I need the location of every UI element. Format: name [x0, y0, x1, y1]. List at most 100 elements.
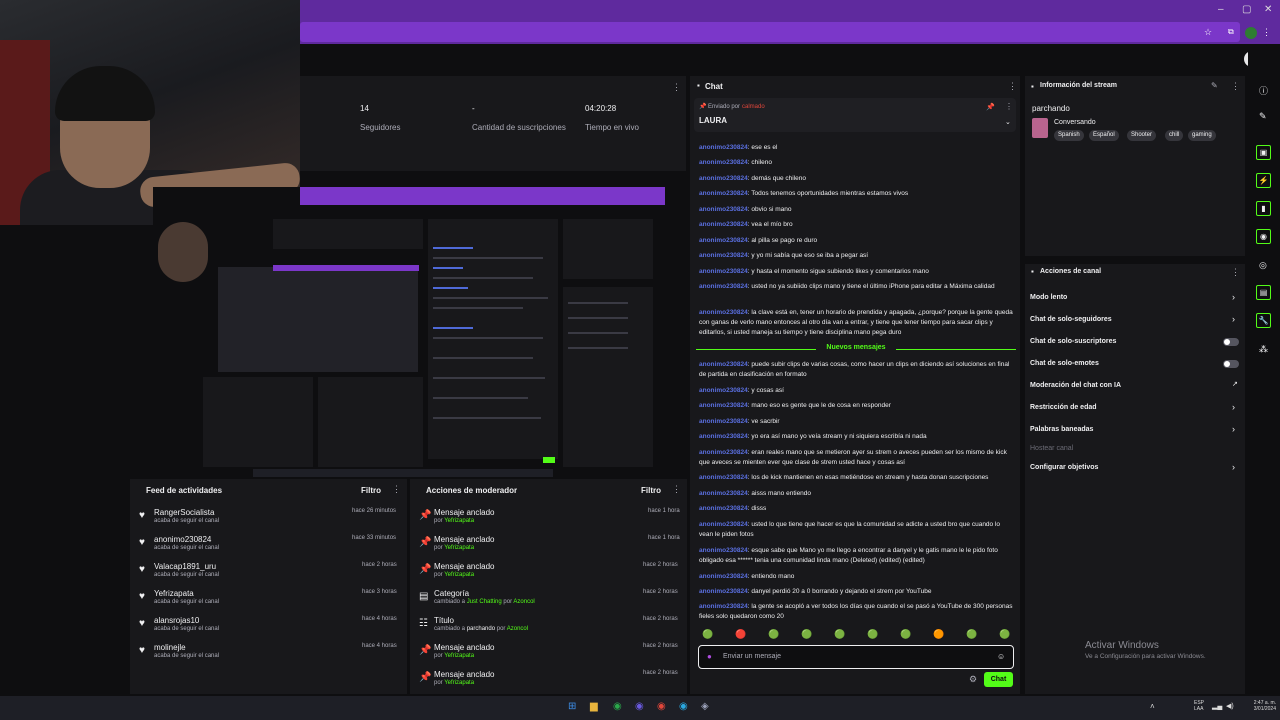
mod-filter-button[interactable]: Filtro [641, 486, 661, 495]
subscribers-only-toggle[interactable] [1223, 338, 1239, 346]
rail-button[interactable]: ▤ [1256, 285, 1271, 300]
rail-button[interactable]: ◉ [1256, 229, 1271, 244]
info-circle-icon[interactable]: ⓘ [1259, 84, 1268, 97]
unpin-icon[interactable]: 📌 [986, 103, 995, 111]
chat-message: anonimo230824: vea el mío bro [699, 221, 793, 228]
tag-list: Spanish Español Shooter chill gaming [1054, 130, 1244, 142]
chat-message: anonimo230824: y cosas así [699, 387, 784, 394]
emote-icon[interactable]: 🟢 [999, 629, 1010, 640]
pinned-menu-icon[interactable]: ⋮ [1005, 102, 1013, 111]
chat-message: anonimo230824: eran reales mano que se m… [699, 449, 1007, 466]
category-icon: ▤ [419, 591, 429, 602]
external-link-icon: ↗ [1232, 381, 1238, 388]
browser-icon[interactable]: ◉ [679, 701, 688, 712]
broadcast-icon[interactable]: ◎ [1259, 260, 1267, 271]
chat-message: anonimo230824: al pilla se pago re duro [699, 237, 818, 244]
chrome-icon[interactable]: ◉ [613, 701, 622, 712]
channel-actions-menu-icon[interactable]: ⋮ [1231, 267, 1240, 278]
list-item: 📌 Mensaje anclado por Yefrizapata hace 2… [419, 562, 678, 578]
menu-icon[interactable]: ⋮ [1262, 27, 1271, 38]
tag: Shooter [1127, 130, 1157, 141]
obs-icon[interactable]: ◉ [657, 701, 666, 712]
chat-message: anonimo230824: los de kick mantienen en … [699, 474, 989, 481]
chat-message: anonimo230824: disss [699, 505, 767, 512]
heart-icon: ♥ [139, 510, 145, 521]
folder-icon[interactable]: ▆ [590, 701, 598, 712]
mod-menu-icon[interactable]: ⋮ [672, 484, 681, 495]
volume-icon[interactable]: ◀) [1226, 702, 1234, 710]
chat-message: anonimo230824: usted lo que tiene que ha… [699, 521, 1001, 538]
minimize-icon[interactable]: – [1218, 4, 1224, 15]
chat-message: anonimo230824: la clave está en, tener u… [699, 309, 1013, 336]
chat-message: anonimo230824: yo era así mano yo veía s… [699, 433, 927, 440]
extension-icon[interactable]: ⧉ [1228, 27, 1234, 37]
language-indicator[interactable]: ESP LAA [1194, 700, 1204, 712]
steam-icon[interactable]: ◈ [701, 701, 709, 712]
pinned-message[interactable]: 📌 Enviado por calmado LAURA 📌 ⋮ ⌄ [694, 98, 1016, 132]
heart-icon: ♥ [139, 537, 145, 548]
rail-button[interactable]: ▣ [1256, 145, 1271, 160]
emote-icon[interactable]: 🟢 [801, 629, 812, 640]
close-icon[interactable]: ✕ [1264, 4, 1272, 15]
chat-message: anonimo230824: y hasta el momento sigue … [699, 268, 929, 275]
stream-preview[interactable] [153, 187, 665, 477]
info-icon: ▪ [1031, 82, 1034, 91]
emote-icon[interactable]: 🟠 [933, 629, 944, 640]
tag: Spanish [1054, 130, 1084, 141]
rail-button[interactable]: ⚡ [1256, 173, 1271, 188]
clock[interactable]: 2:47 a. m. 3/01/2024 [1242, 700, 1276, 712]
emotes-only-toggle[interactable] [1223, 360, 1239, 368]
chevron-down-icon[interactable]: ⌄ [1005, 118, 1011, 126]
pin-icon: 📌 [419, 672, 432, 683]
emote-icon[interactable]: 🔴 [735, 629, 746, 640]
stats-menu-icon[interactable]: ⋮ [672, 82, 681, 93]
rail-button[interactable]: ▮ [1256, 201, 1271, 216]
chat-message: anonimo230824: esque sabe que Mano yo me… [699, 547, 998, 564]
chat-message: anonimo230824: mano eso es gente que le … [699, 402, 891, 409]
star-icon[interactable]: ☆ [1204, 27, 1212, 38]
emote-bar: 🟢 🔴 🟢 🟢 🟢 🟢 🟢 🟠 🟢 🟢 [702, 629, 1012, 643]
chevron-right-icon: › [1232, 424, 1235, 434]
heart-icon: ♥ [139, 645, 145, 656]
chat-message: anonimo230824: la gente se acopló a ver … [699, 603, 1013, 620]
emote-icon[interactable]: 🟢 [702, 629, 713, 640]
rail-button[interactable]: 🔧 [1256, 313, 1271, 328]
chat-title: Chat [705, 82, 723, 91]
list-item: ▤ Categoría cambiado a Just Chatting por… [419, 589, 678, 605]
activity-menu-icon[interactable]: ⋮ [392, 484, 401, 495]
user-badge-icon: ● [707, 652, 712, 661]
windows-start-icon[interactable]: ⊞ [568, 701, 576, 712]
send-chat-button[interactable]: Chat [984, 672, 1013, 687]
address-bar[interactable] [300, 22, 1240, 42]
emote-icon[interactable]: 🟢 [834, 629, 845, 640]
tray-arrow-icon[interactable]: ˄ [1150, 702, 1155, 711]
activity-feed-title: Feed de actividades [146, 486, 223, 495]
chat-message: anonimo230824: demás que chileno [699, 175, 806, 182]
list-item: 📌 Mensaje anclado por Yefrizapata hace 2… [419, 643, 678, 659]
network-icon[interactable]: ▂▄ [1212, 702, 1222, 710]
pin-icon: 📌 [419, 537, 432, 548]
info-menu-icon[interactable]: ⋮ [1231, 81, 1240, 92]
pencil-icon[interactable]: ✎ [1259, 111, 1267, 122]
maximize-icon[interactable]: ▢ [1242, 4, 1251, 15]
emoji-icon[interactable]: ☺ [997, 652, 1005, 661]
chat-message: anonimo230824: ve sacrbir [699, 418, 780, 425]
group-icon[interactable]: ⁂ [1259, 344, 1268, 355]
app-icon[interactable]: ◉ [635, 701, 644, 712]
emote-icon[interactable]: 🟢 [867, 629, 878, 640]
profile-icon[interactable] [1245, 27, 1257, 39]
chat-message: anonimo230824: y yo mi sabía que eso se … [699, 252, 869, 259]
list-item: ♥ Yefrizapata acaba de seguir el canal h… [139, 589, 397, 605]
emote-icon[interactable]: 🟢 [900, 629, 911, 640]
list-item: ♥ alansrojas10 acaba de seguir el canal … [139, 616, 397, 632]
emote-icon[interactable]: 🟢 [966, 629, 977, 640]
gear-icon[interactable]: ⚙ [969, 674, 977, 685]
emote-icon[interactable]: 🟢 [768, 629, 779, 640]
stream-stats: 14 Seguidores - Cantidad de suscripcione… [300, 76, 686, 171]
chat-message: anonimo230824: ese es el [699, 144, 778, 151]
activity-filter-button[interactable]: Filtro [361, 486, 381, 495]
chat-menu-icon[interactable]: ⋮ [1008, 81, 1017, 92]
chevron-right-icon: › [1232, 402, 1235, 412]
edit-icon[interactable]: ✎ [1211, 81, 1218, 90]
chat-input[interactable]: ● Enviar un mensaje ☺ [698, 645, 1014, 669]
